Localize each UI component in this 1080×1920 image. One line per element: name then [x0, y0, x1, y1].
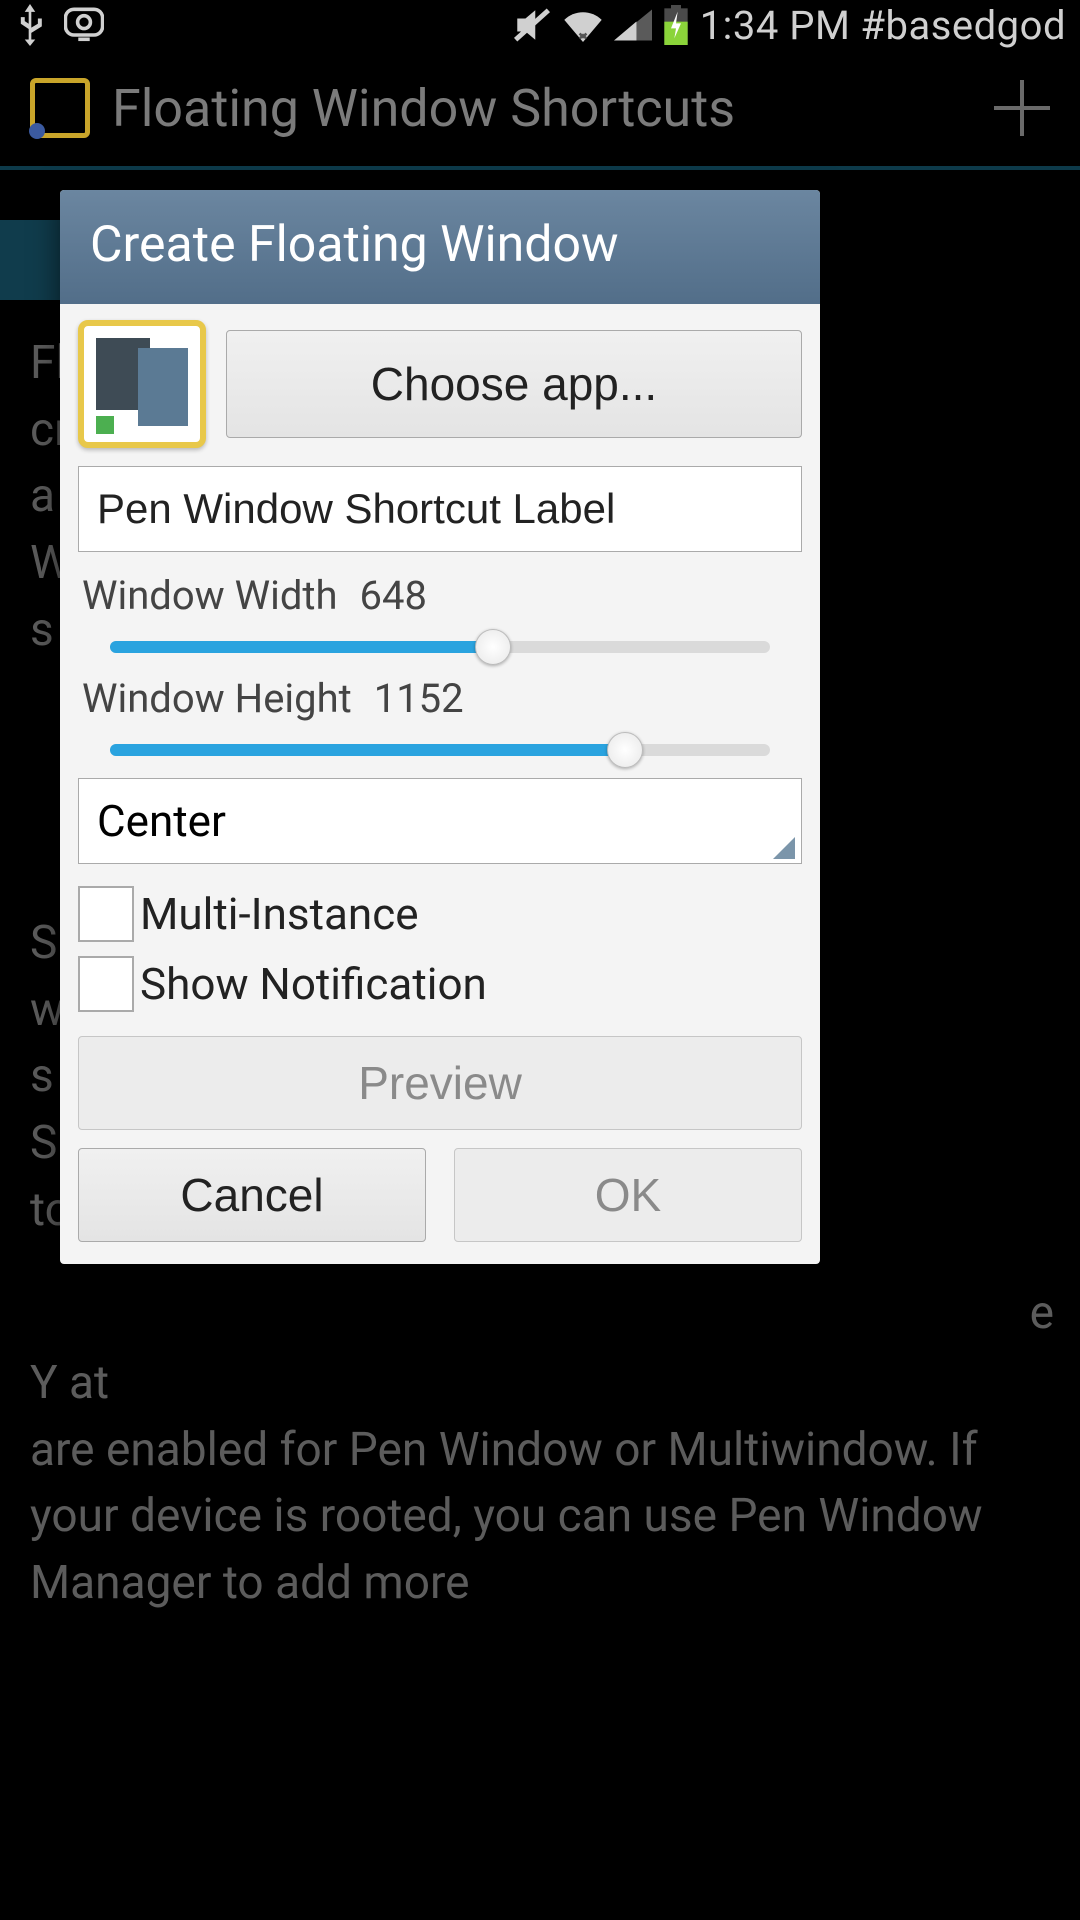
mute-icon: [512, 7, 552, 43]
usb-icon: [14, 4, 46, 46]
show-notification-label: Show Notification: [140, 958, 487, 1010]
wifi-icon: [562, 8, 604, 42]
status-suffix: #basedgod: [860, 2, 1066, 49]
choose-app-button[interactable]: Choose app...: [226, 330, 802, 438]
app-thumbnail: [78, 320, 206, 448]
bg-text-bottom: Y at are enabled for Pen Window or Multi…: [0, 1350, 1080, 1617]
create-floating-window-dialog: Create Floating Window Choose app... Win…: [60, 190, 820, 1264]
cancel-button[interactable]: Cancel: [78, 1148, 426, 1242]
add-button[interactable]: [994, 80, 1050, 136]
dialog-body: Choose app... Window Width648 Window Hei…: [60, 304, 820, 1264]
signal-icon: [614, 9, 652, 41]
position-value: Center: [97, 795, 226, 847]
window-width-slider[interactable]: Window Width648: [82, 572, 798, 653]
window-width-label: Window Width648: [82, 572, 798, 619]
show-notification-checkbox[interactable]: [78, 956, 134, 1012]
app-header: Floating Window Shortcuts: [0, 50, 1080, 170]
status-bar: 1:34 PM #basedgod: [0, 0, 1080, 50]
window-height-label: Window Height1152: [82, 675, 798, 722]
app-title: Floating Window Shortcuts: [112, 78, 994, 139]
tv-icon: [64, 7, 104, 43]
window-height-slider[interactable]: Window Height1152: [82, 675, 798, 756]
status-time: 1:34 PM: [700, 2, 851, 49]
bg-text-e: e: [1030, 1280, 1054, 1347]
position-select[interactable]: Center: [78, 778, 802, 864]
ok-button[interactable]: OK: [454, 1148, 802, 1242]
shortcut-label-input[interactable]: [78, 466, 802, 552]
status-right: 1:34 PM #basedgod: [512, 2, 1066, 49]
dialog-title: Create Floating Window: [60, 190, 820, 304]
preview-button[interactable]: Preview: [78, 1036, 802, 1130]
multi-instance-checkbox[interactable]: [78, 886, 134, 942]
battery-icon: [662, 5, 690, 45]
status-left: [14, 4, 104, 46]
app-icon: [30, 78, 90, 138]
multi-instance-label: Multi-Instance: [140, 888, 419, 940]
